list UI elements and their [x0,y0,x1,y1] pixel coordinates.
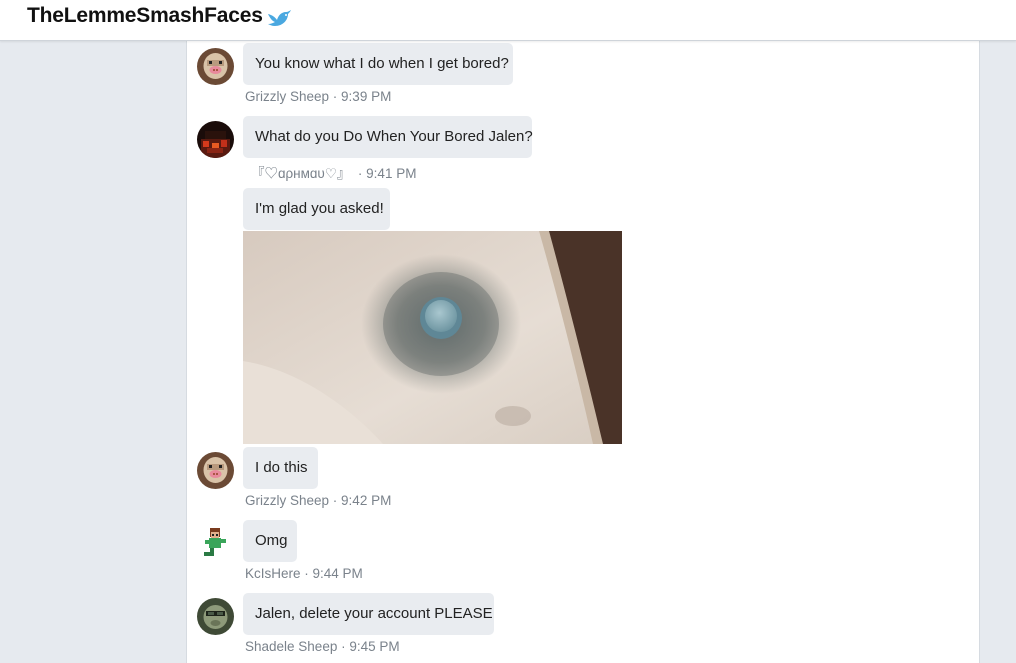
avatar-shadele-sheep[interactable] [197,598,234,635]
avatar-grizzly-sheep[interactable] [197,452,234,489]
message-time: 9:42 PM [341,493,392,508]
meta-separator: · [350,166,367,181]
message-meta: Grizzly Sheep · 9:42 PM [245,493,391,508]
meta-separator: · [337,639,350,654]
message-bubble[interactable]: Omg [243,520,297,562]
bird-icon [268,10,291,26]
avatar-aphmau[interactable] [197,121,234,158]
author-name[interactable]: 『♡ɑρнмɑυ♡』 [251,166,350,181]
message-meta: Shadele Sheep · 9:45 PM [245,639,400,654]
message-bubble[interactable]: Jalen, delete your account PLEASE [243,593,494,635]
meta-separator: · [329,89,342,104]
message-meta: 『♡ɑρнмɑυ♡』 · 9:41 PM [251,162,416,182]
author-name[interactable]: Grizzly Sheep [245,493,329,508]
author-name[interactable]: Shadele Sheep [245,639,337,654]
message-bubble[interactable]: You know what I do when I get bored? [243,43,513,85]
message-time: 9:39 PM [341,89,392,104]
avatar-grizzly-sheep[interactable] [197,48,234,85]
avatar-kcishere[interactable] [197,525,234,562]
meta-separator: · [300,566,313,581]
message-bubble[interactable]: I do this [243,447,318,489]
author-name[interactable]: KcIsHere [245,566,301,581]
message-bubble[interactable]: I'm glad you asked! [243,188,390,230]
message-time: 9:41 PM [366,166,417,181]
chat-title[interactable]: TheLemmeSmashFaces [27,4,263,28]
meta-separator: · [329,493,342,508]
author-name[interactable]: Grizzly Sheep [245,89,329,104]
fidget-spinner-photo[interactable] [243,231,622,444]
message-time: 9:45 PM [349,639,400,654]
top-bar: TheLemmeSmashFaces [0,0,1016,41]
message-meta: KcIsHere · 9:44 PM [245,566,363,581]
message-meta: Grizzly Sheep · 9:39 PM [245,89,391,104]
message-time: 9:44 PM [312,566,363,581]
message-bubble[interactable]: What do you Do When Your Bored Jalen? [243,116,533,158]
